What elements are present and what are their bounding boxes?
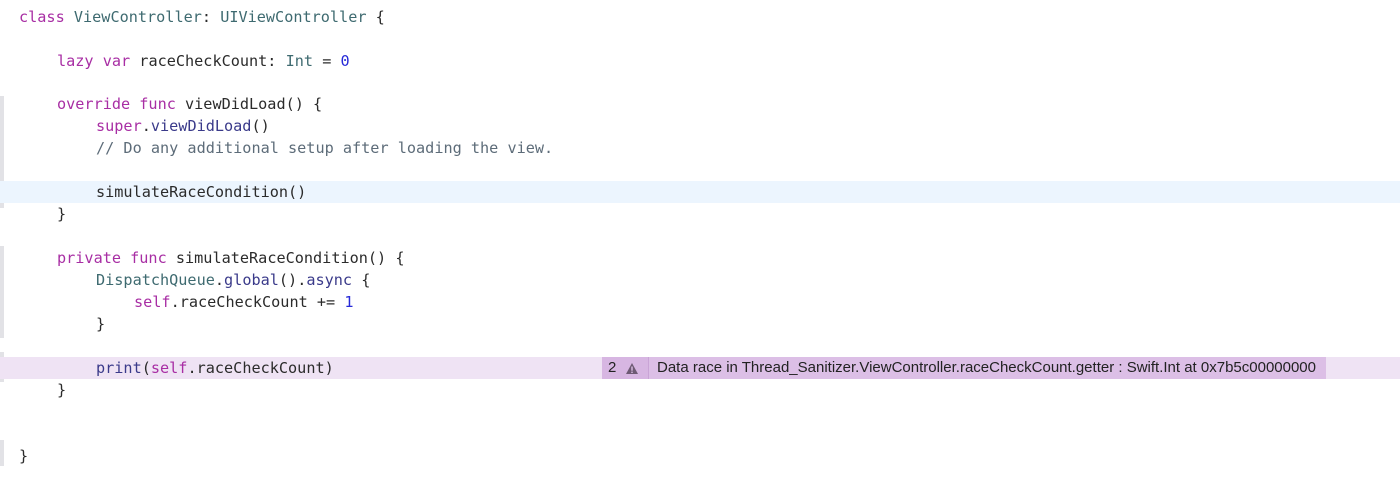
code-line[interactable]: class ViewController: UIViewController { [0, 6, 1400, 28]
code-text: } [57, 381, 67, 399]
code-text: } [96, 315, 106, 333]
issue-count-badge[interactable]: 2 [602, 357, 648, 379]
issue-count: 2 [608, 359, 617, 376]
code-text: self.raceCheckCount += 1 [134, 293, 354, 311]
code-text: super.viewDidLoad() [96, 117, 270, 135]
code-comment: // Do any additional setup after loading… [96, 139, 554, 157]
code-text: class ViewController: UIViewController { [19, 8, 385, 26]
issue-annotation[interactable]: 2 Data race in Thread_Sanitizer.ViewCont… [602, 357, 1326, 379]
code-line[interactable]: self.raceCheckCount += 1 [0, 291, 1400, 313]
code-line[interactable]: } [0, 445, 1400, 467]
code-text: private func simulateRaceCondition() { [57, 249, 405, 267]
code-line[interactable]: private func simulateRaceCondition() { [0, 247, 1400, 269]
code-text: } [57, 205, 67, 223]
issue-message[interactable]: Data race in Thread_Sanitizer.ViewContro… [648, 357, 1326, 379]
current-line[interactable]: simulateRaceCondition() [0, 181, 1400, 203]
code-text: DispatchQueue.global().async { [96, 271, 371, 289]
code-text: simulateRaceCondition() [96, 183, 307, 201]
code-text: override func viewDidLoad() { [57, 95, 323, 113]
code-line[interactable]: lazy var raceCheckCount: Int = 0 [0, 50, 1400, 72]
code-line[interactable]: DispatchQueue.global().async { [0, 269, 1400, 291]
code-text: lazy var raceCheckCount: Int = 0 [57, 52, 350, 70]
code-line[interactable]: } [0, 313, 1400, 335]
code-line[interactable]: } [0, 379, 1400, 401]
code-text: } [19, 447, 29, 465]
code-line[interactable]: } [0, 203, 1400, 225]
code-line[interactable]: super.viewDidLoad() [0, 115, 1400, 137]
code-text: print(self.raceCheckCount) [96, 359, 334, 377]
code-line[interactable]: override func viewDidLoad() { [0, 93, 1400, 115]
code-line[interactable]: // Do any additional setup after loading… [0, 137, 1400, 159]
race-line[interactable]: print(self.raceCheckCount) 2 Data race i… [0, 357, 1400, 379]
code-editor[interactable]: class ViewController: UIViewController {… [0, 0, 1400, 489]
